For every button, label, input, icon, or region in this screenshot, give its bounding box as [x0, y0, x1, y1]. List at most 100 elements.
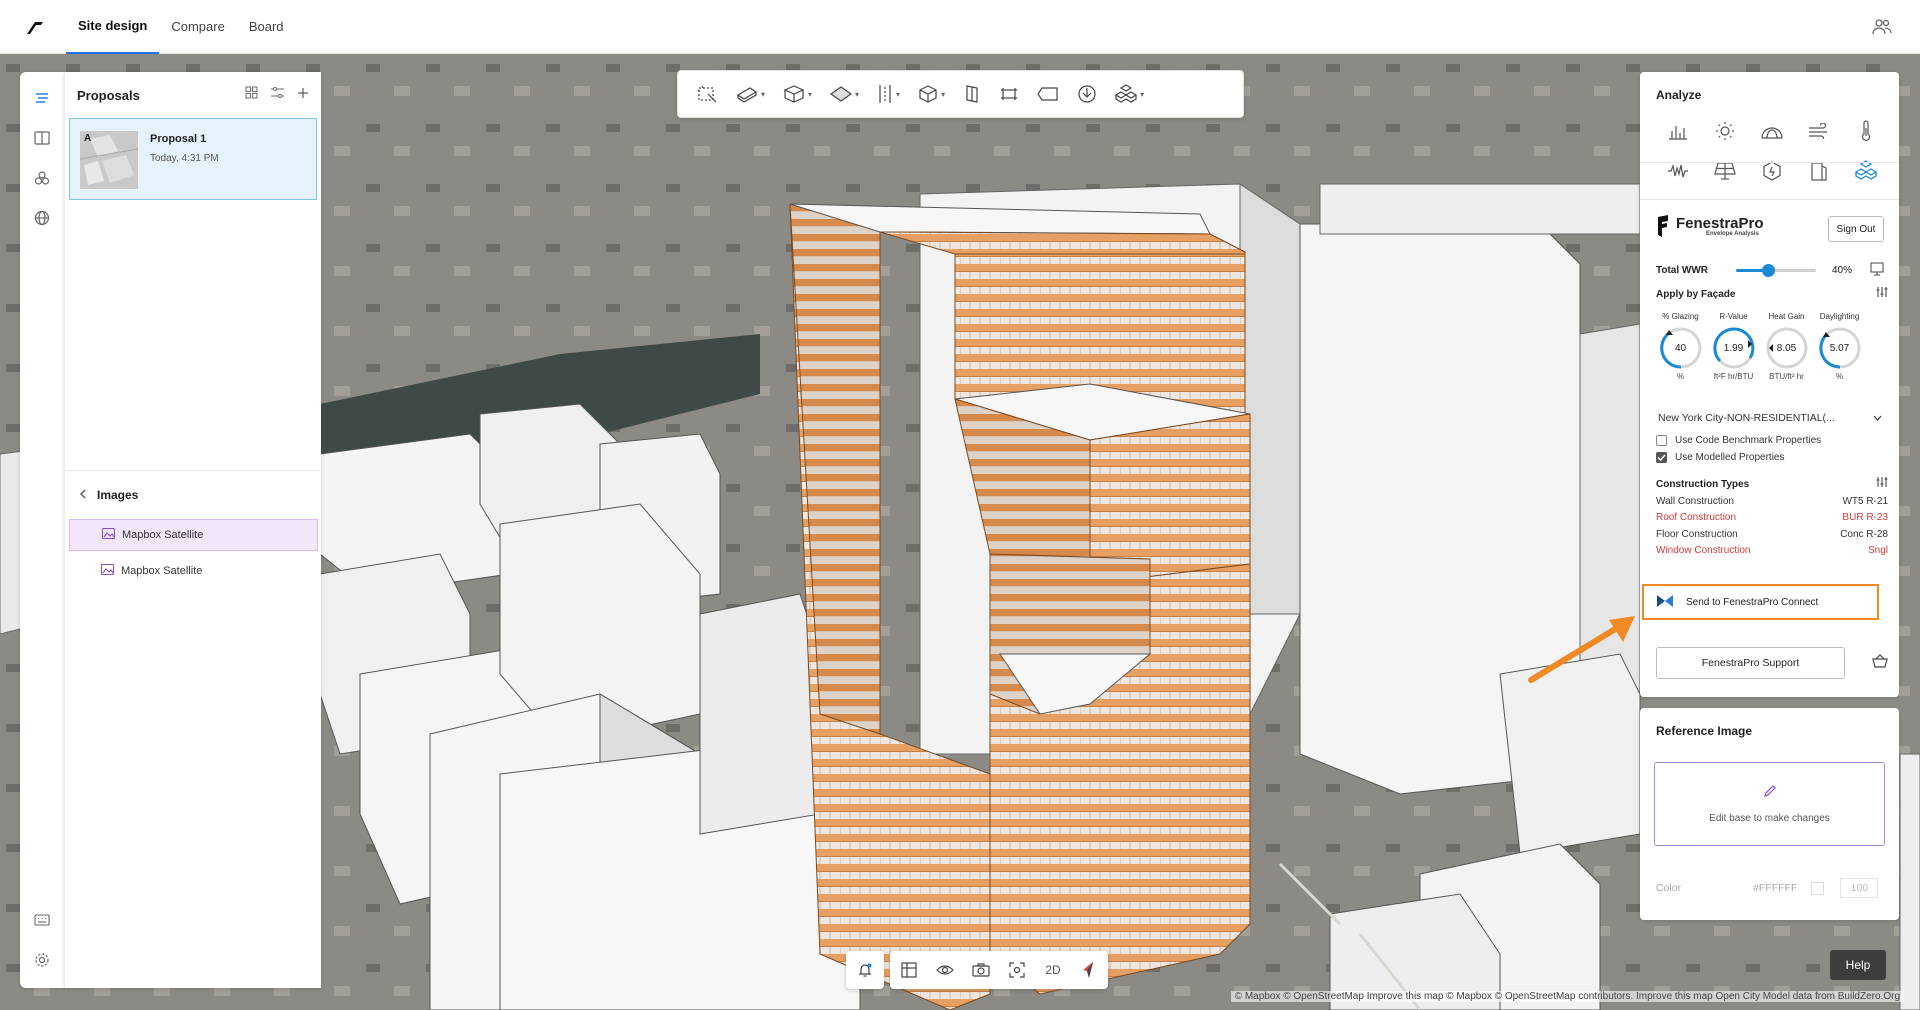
collaborators-icon[interactable] — [1872, 17, 1892, 40]
compass-icon[interactable] — [1076, 957, 1102, 983]
layers-toggle-icon[interactable] — [20, 78, 64, 118]
gauge-value: 40 — [1674, 342, 1687, 354]
camera-icon[interactable] — [968, 957, 994, 983]
proposal-name: Proposal 1 — [150, 133, 207, 145]
volume-tool-icon[interactable]: ▾ — [912, 77, 951, 111]
benchmark-select[interactable]: New York City-NON-RESIDENTIAL(... — [1658, 412, 1882, 424]
construction-settings-icon[interactable] — [1876, 475, 1888, 493]
construction-label: Wall Construction — [1656, 496, 1734, 507]
grid-view-icon[interactable] — [245, 86, 258, 104]
construction-row-roof[interactable]: Roof Construction BUR R-23 — [1656, 512, 1888, 523]
gauge-daylighting[interactable]: Daylighting 5.07 % — [1813, 312, 1866, 381]
reference-image-dropzone[interactable]: Edit base to make changes — [1654, 762, 1885, 846]
gauge-unit: % — [1676, 372, 1685, 381]
toggle-2d-button[interactable]: 2D — [1040, 957, 1066, 983]
fenestrapro-brand: FenestraPro Envelope Analysis — [1656, 215, 1764, 237]
label-tag-icon[interactable] — [1031, 77, 1065, 111]
building-tool-icon[interactable]: ▾ — [777, 77, 818, 111]
proposals-header: Proposals — [65, 72, 321, 118]
fenestrapro-support-button[interactable]: FenestraPro Support — [1656, 647, 1845, 679]
analyze-title: Analyze — [1656, 88, 1702, 102]
autodesk-logo-icon[interactable] — [22, 14, 48, 40]
proposal-card[interactable]: A Proposal 1 Today, 4:31 PM — [69, 118, 317, 200]
color-hex-value[interactable]: #FFFFFF — [1753, 882, 1797, 894]
library-book-icon[interactable] — [20, 118, 64, 158]
edit-hint: Edit base to make changes — [1709, 813, 1830, 824]
visibility-eye-icon[interactable] — [932, 957, 958, 983]
fenestrapro-subtitle: Envelope Analysis — [1706, 230, 1759, 237]
map-attribution[interactable]: © Mapbox © OpenStreetMap Improve this ma… — [1230, 991, 1904, 1002]
floor-plan-grid-icon[interactable] — [896, 957, 922, 983]
construction-types-header: Construction Types — [1656, 475, 1888, 493]
sign-out-button[interactable]: Sign Out — [1828, 216, 1884, 242]
view-toolbar: 2D — [846, 951, 1110, 989]
total-wwr-row: Total WWR 40% — [1656, 262, 1888, 278]
add-proposal-plus-icon[interactable] — [297, 86, 309, 104]
import-download-icon[interactable] — [1071, 77, 1103, 111]
sun-path-dome-icon[interactable] — [1748, 118, 1795, 144]
use-code-benchmark-checkbox[interactable]: Use Code Benchmark Properties — [1656, 435, 1821, 446]
construction-row-window[interactable]: Window Construction Sngl — [1656, 545, 1888, 556]
tab-compare[interactable]: Compare — [159, 0, 236, 54]
modeling-toolbar: ▾ ▾ ▾ ▾ ▾ ▾ — [677, 70, 1244, 118]
extrude-tool-icon[interactable] — [957, 77, 987, 111]
notification-bell-icon[interactable] — [852, 957, 878, 983]
gauge-unit: ft²F hr/BTU — [1713, 372, 1754, 381]
slider-knob[interactable] — [1762, 264, 1775, 277]
send-to-fenestrapro-connect-button[interactable]: Send to FenestraPro Connect — [1642, 584, 1879, 620]
components-icon[interactable] — [20, 158, 64, 198]
thermometer-icon[interactable] — [1842, 118, 1889, 144]
measure-tool-icon[interactable]: ▾ — [871, 77, 906, 111]
construction-label: Floor Construction — [1656, 529, 1738, 540]
dimension-tool-icon[interactable] — [993, 77, 1025, 111]
gauge-title: % Glazing — [1662, 312, 1699, 321]
facade-settings-icon[interactable] — [1876, 285, 1888, 303]
gauge-r-value[interactable]: R-Value 1.99 ft²F hr/BTU — [1707, 312, 1760, 381]
construction-row-floor[interactable]: Floor Construction Conc R-28 — [1656, 529, 1888, 540]
sun-icon[interactable] — [1701, 118, 1748, 144]
image-item[interactable]: Mapbox Satellite — [69, 555, 318, 587]
collapse-chevron-icon[interactable] — [79, 488, 87, 502]
construction-row-wall[interactable]: Wall Construction WT5 R-21 — [1656, 496, 1888, 507]
left-rail — [20, 72, 64, 988]
globe-icon[interactable] — [20, 198, 64, 238]
zoom-fit-icon[interactable] — [1004, 957, 1030, 983]
image-item[interactable]: Mapbox Satellite — [69, 519, 318, 551]
gauge-glazing[interactable]: % Glazing 40 % — [1654, 312, 1707, 381]
construction-value: BUR R-23 — [1842, 512, 1888, 523]
image-icon — [100, 563, 115, 578]
basket-icon[interactable] — [1872, 653, 1888, 673]
checkbox-checked[interactable] — [1656, 452, 1667, 463]
components-library-icon[interactable]: ▾ — [1109, 77, 1150, 111]
color-label: Color — [1656, 882, 1682, 894]
gauge-unit: % — [1835, 372, 1844, 381]
magic-select-icon[interactable] — [690, 77, 724, 111]
bar-chart-icon[interactable] — [1654, 118, 1701, 144]
zone-tool-icon[interactable]: ▾ — [824, 77, 865, 111]
wall-tool-icon[interactable]: ▾ — [730, 77, 771, 111]
opacity-input[interactable]: 100 — [1840, 878, 1879, 898]
color-swatch[interactable] — [1811, 881, 1825, 895]
gauge-heat-gain[interactable]: Heat Gain 8.05 BTU/ft² hr — [1760, 312, 1813, 381]
settings-gear-icon[interactable] — [20, 940, 64, 980]
filter-sliders-icon[interactable] — [270, 86, 285, 104]
use-modelled-checkbox[interactable]: Use Modelled Properties — [1656, 452, 1785, 463]
checkbox-unchecked[interactable] — [1656, 435, 1667, 446]
keyboard-icon[interactable] — [20, 900, 64, 940]
image-icon — [101, 527, 116, 542]
tab-board[interactable]: Board — [237, 0, 296, 54]
chevron-down-icon — [1873, 412, 1882, 424]
construction-value: Conc R-28 — [1840, 529, 1888, 540]
tab-site-design[interactable]: Site design — [66, 0, 160, 54]
apply-wwr-icon[interactable] — [1870, 262, 1884, 281]
help-button[interactable]: Help — [1830, 950, 1886, 980]
gauge-unit: BTU/ft² hr — [1769, 372, 1804, 381]
performance-gauges: % Glazing 40 % R-Value 1.99 ft²F hr/BTU … — [1654, 312, 1886, 381]
wind-icon[interactable] — [1795, 118, 1842, 144]
total-wwr-slider[interactable] — [1736, 264, 1816, 277]
reference-image-title: Reference Image — [1656, 724, 1753, 738]
gauge-value: 1.99 — [1723, 342, 1744, 354]
image-label: Mapbox Satellite — [122, 529, 204, 541]
fenestrapro-logo-icon — [1658, 215, 1668, 237]
proposal-badge: A — [84, 133, 92, 144]
